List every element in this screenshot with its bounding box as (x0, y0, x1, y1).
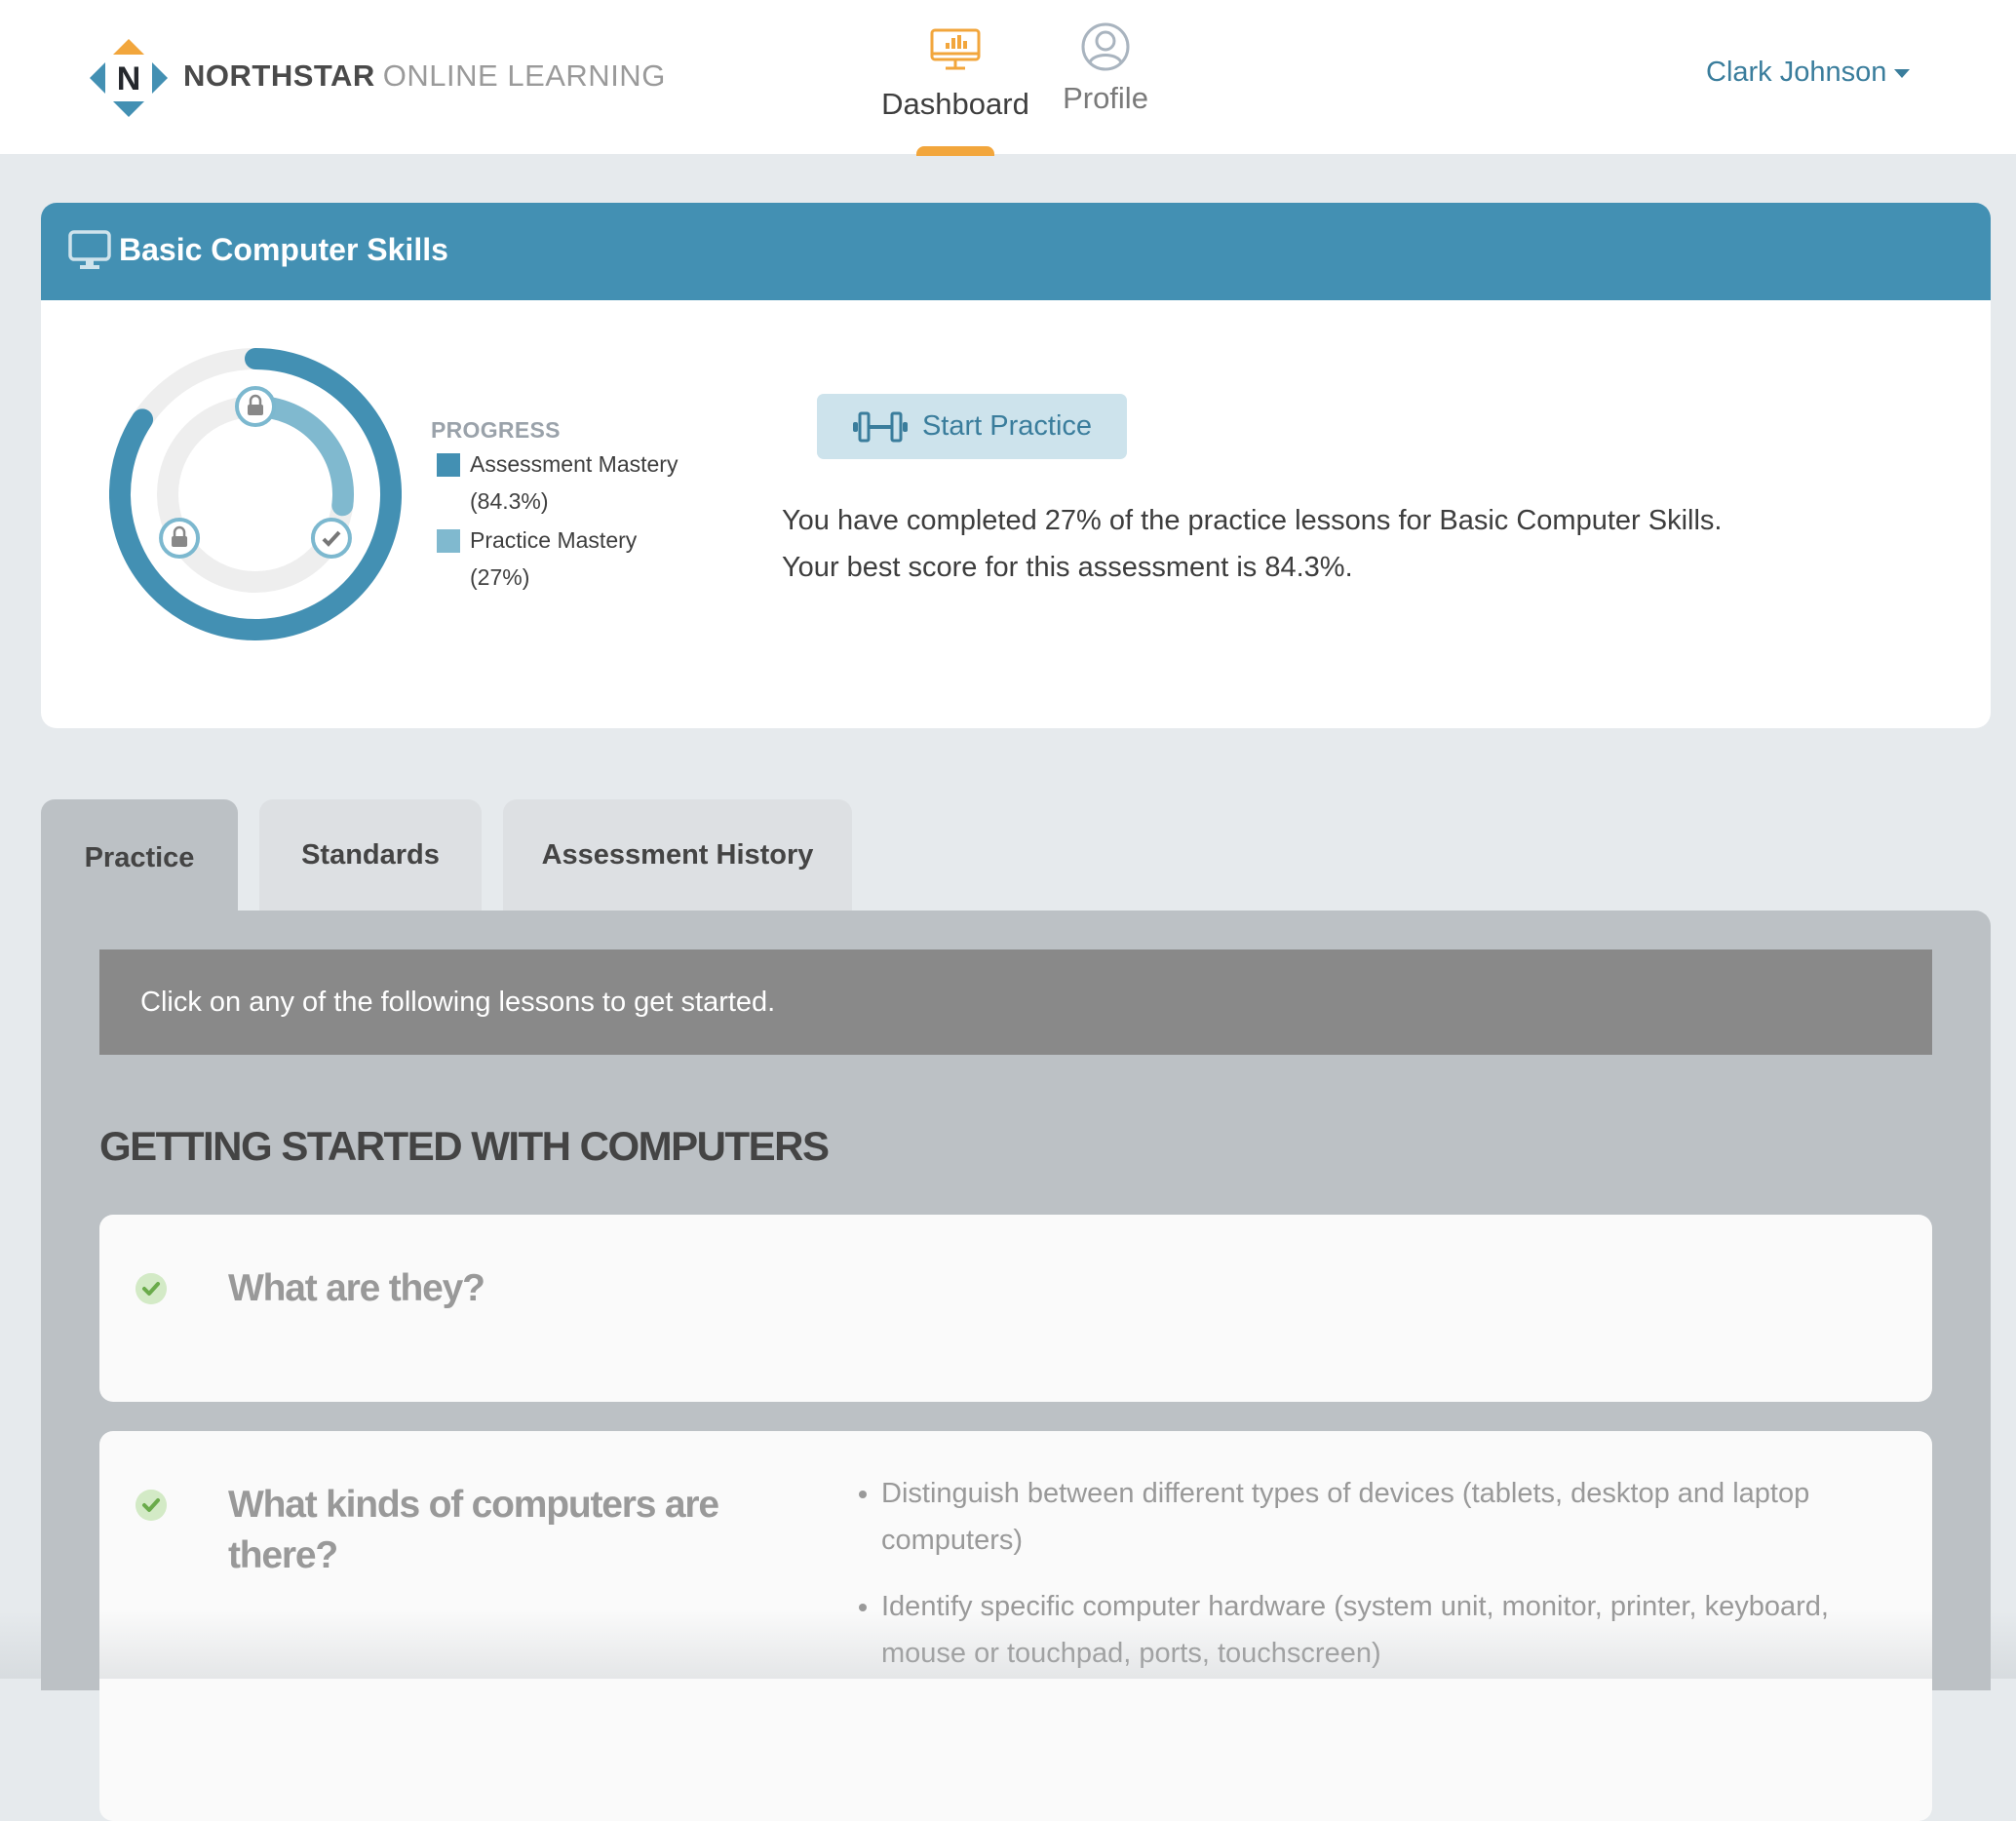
user-menu[interactable]: Clark Johnson (1706, 57, 1911, 89)
active-nav-indicator (916, 146, 994, 156)
check-circle-icon (136, 1273, 167, 1304)
legend-value: (27%) (470, 564, 530, 590)
nav-dashboard-label: Dashboard (881, 87, 1029, 121)
brand-name: NORTHSTAR ONLINE LEARNING (183, 58, 666, 94)
monitor-chart-icon (930, 28, 981, 70)
course-title: Basic Computer Skills (119, 232, 448, 267)
lesson-card[interactable]: What kinds of computers are there? Disti… (99, 1431, 1932, 1821)
check-circle-icon (136, 1490, 167, 1521)
legend-title: PROGRESS (431, 417, 561, 443)
tab-standards[interactable]: Standards (259, 799, 482, 910)
progress-summary: You have completed 27% of the practice l… (782, 497, 1722, 591)
legend-item-practice: Practice Mastery (27%) (431, 522, 678, 596)
milestone-completed (310, 518, 352, 559)
course-summary-card: Basic Computer Skills PROGRESS Assessmen… (41, 203, 1991, 728)
instructions-text: Click on any of the following lessons to… (140, 986, 776, 1018)
lesson-objectives: Distinguish between different types of d… (850, 1470, 1905, 1696)
start-practice-label: Start Practice (921, 410, 1093, 442)
milestone-locked (235, 386, 276, 427)
progress-legend: PROGRESS Assessment Mastery (84.3%) Prac… (431, 417, 678, 596)
lesson-card[interactable]: What are they? (99, 1215, 1932, 1402)
progress-donut-chart (109, 348, 402, 640)
top-navbar: N NORTHSTAR ONLINE LEARNING Dashboard Pro… (0, 0, 2016, 156)
best-score-text: Your best score for this assessment is 8… (782, 552, 1353, 583)
tab-assessment-history[interactable]: Assessment History (503, 799, 852, 910)
nav-profile-label: Profile (1063, 81, 1148, 115)
milestone-locked (159, 518, 201, 559)
nav-profile[interactable]: Profile (1048, 22, 1163, 116)
monitor-icon (68, 230, 111, 269)
nav-dashboard[interactable]: Dashboard (877, 27, 1033, 122)
lesson-title: What kinds of computers are there? (228, 1484, 719, 1576)
legend-swatch-assessment (437, 453, 460, 477)
brand-bold: NORTHSTAR (183, 58, 375, 93)
objective-item: Distinguish between different types of d… (881, 1470, 1905, 1564)
tab-practice[interactable]: Practice (41, 799, 238, 916)
tab-standards-label: Standards (301, 838, 440, 871)
tab-practice-label: Practice (84, 841, 195, 873)
legend-label: Practice Mastery (470, 527, 638, 553)
legend-swatch-practice (437, 529, 460, 553)
logo-mark-icon: N (90, 39, 168, 117)
practice-completion-text: You have completed 27% of the practice l… (782, 505, 1723, 536)
legend-value: (84.3%) (470, 488, 549, 514)
tab-assessment-history-label: Assessment History (541, 838, 814, 871)
legend-label: Assessment Mastery (470, 451, 678, 477)
user-name: Clark Johnson (1706, 57, 1887, 88)
dumbbell-icon (852, 411, 908, 442)
chevron-down-icon (1894, 68, 1911, 78)
course-header: Basic Computer Skills (41, 203, 1991, 300)
logo-letter: N (117, 60, 141, 97)
user-circle-icon (1081, 22, 1130, 71)
practice-panel: Click on any of the following lessons to… (41, 910, 1991, 1821)
start-practice-button[interactable]: Start Practice (817, 394, 1127, 459)
legend-item-assessment: Assessment Mastery (84.3%) (431, 446, 678, 520)
instructions-banner: Click on any of the following lessons to… (99, 949, 1932, 1055)
northstar-logo[interactable]: N (90, 39, 168, 117)
section-heading: GETTING STARTED WITH COMPUTERS (99, 1123, 830, 1169)
lesson-title: What are they? (228, 1267, 485, 1309)
brand-light: ONLINE LEARNING (382, 58, 666, 93)
objective-item: Identify specific computer hardware (sys… (881, 1583, 1905, 1677)
